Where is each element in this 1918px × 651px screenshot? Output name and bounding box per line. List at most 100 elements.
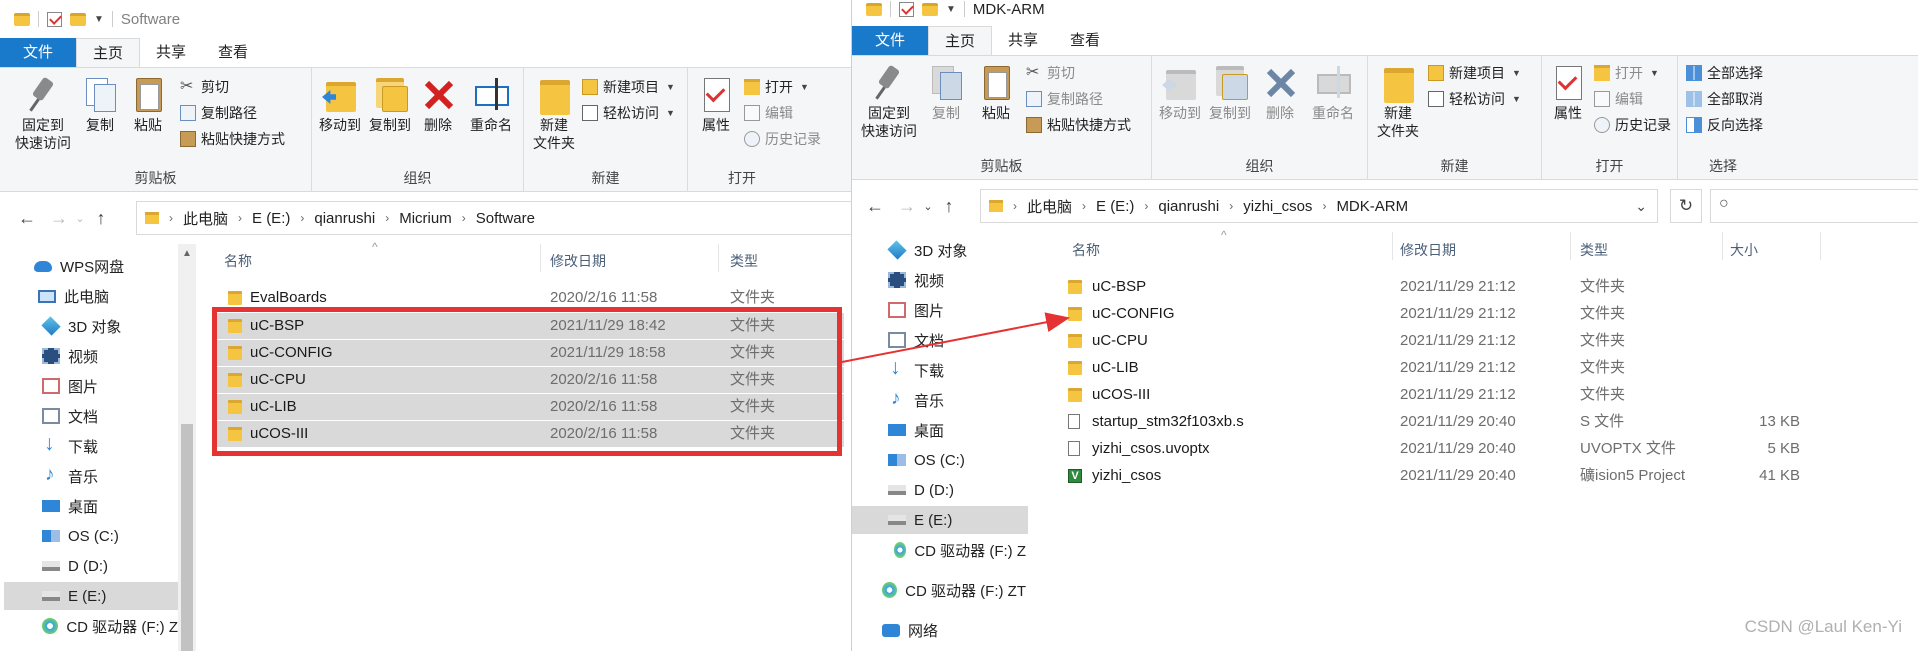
breadcrumb-item[interactable]: E (E:)	[1096, 198, 1134, 215]
breadcrumb-item[interactable]: Micrium	[399, 210, 452, 227]
back-arrow-icon[interactable]: ←	[862, 196, 888, 217]
search-input[interactable]: ○	[1710, 189, 1918, 223]
column-separator[interactable]	[540, 244, 541, 272]
breadcrumb-item[interactable]: E (E:)	[252, 210, 290, 227]
tab-home[interactable]: 主页	[76, 38, 141, 67]
column-separator[interactable]	[1722, 232, 1723, 260]
new-item-button[interactable]: 新建项目 ▼	[582, 76, 675, 98]
delete-button[interactable]: 删除	[418, 74, 458, 134]
forward-arrow-icon[interactable]: →	[46, 208, 72, 229]
nav-item-music[interactable]: 音乐	[888, 386, 1008, 414]
table-row[interactable]: startup_stm32f103xb.s 2021/11/29 20:40 S…	[1060, 409, 1820, 435]
nav-item-os-c[interactable]: OS (C:)	[42, 522, 178, 550]
column-separator[interactable]	[1570, 232, 1571, 260]
column-header-name[interactable]: 名称	[1072, 240, 1100, 260]
breadcrumb-item[interactable]: qianrushi	[1158, 198, 1219, 215]
chevron-down-icon[interactable]: ⌄	[72, 212, 88, 225]
table-row[interactable]: uC-LIB 2021/11/29 21:12 文件夹	[1060, 355, 1820, 381]
select-all-button[interactable]: 全部选择	[1686, 62, 1763, 84]
breadcrumb-item[interactable]: MDK-ARM	[1336, 198, 1408, 215]
paste-shortcut-button[interactable]: 粘贴快捷方式	[180, 128, 285, 150]
table-row[interactable]: uCOS-III 2021/11/29 21:12 文件夹	[1060, 382, 1820, 408]
copy-button[interactable]: 复制	[80, 74, 120, 134]
properties-quick-icon[interactable]	[899, 1, 914, 17]
history-button[interactable]: 历史记录	[1594, 114, 1671, 136]
cut-button[interactable]: 剪切	[180, 76, 229, 98]
nav-item-this-pc[interactable]: 此电脑	[38, 282, 178, 310]
nav-item-pictures[interactable]: 图片	[888, 296, 1008, 324]
easy-access-button[interactable]: 轻松访问 ▼	[1428, 88, 1521, 110]
new-folder-quick-icon[interactable]	[922, 2, 938, 16]
properties-button[interactable]: 属性	[696, 74, 736, 134]
copy-path-button[interactable]: 复制路径	[180, 102, 257, 124]
nav-item-documents[interactable]: 文档	[888, 326, 1008, 354]
rename-button[interactable]: 重命名	[464, 74, 518, 134]
breadcrumb-item[interactable]: 此电脑	[1027, 196, 1072, 217]
up-arrow-icon[interactable]: ↑	[936, 196, 962, 217]
table-row[interactable]: uC-CPU 2021/11/29 21:12 文件夹	[1060, 328, 1820, 354]
nav-item-3d[interactable]: 3D 对象	[41, 312, 178, 340]
nav-item-cd[interactable]: CD 驱动器 (F:) Z	[894, 536, 1026, 564]
easy-access-button[interactable]: 轻松访问 ▼	[582, 102, 675, 124]
tab-view[interactable]: 查看	[202, 38, 264, 67]
scroll-up-icon[interactable]: ▲	[178, 248, 196, 259]
nav-scrollbar[interactable]: ▲	[178, 244, 196, 651]
edit-button[interactable]: 编辑	[1594, 88, 1643, 110]
breadcrumb-item[interactable]: yizhi_csos	[1243, 198, 1312, 215]
chevron-down-icon[interactable]: ▼	[94, 14, 104, 25]
pin-quick-access-button[interactable]: 固定到 快速访问	[858, 62, 920, 140]
breadcrumb-item[interactable]: Software	[476, 210, 535, 227]
edit-button[interactable]: 编辑	[744, 102, 793, 124]
table-row[interactable]: yizhi_csos.uvoptx 2021/11/29 20:40 UVOPT…	[1060, 436, 1820, 462]
copy-path-button[interactable]: 复制路径	[1026, 88, 1103, 110]
invert-selection-button[interactable]: 反向选择	[1686, 114, 1763, 136]
nav-item-downloads[interactable]: 下载	[888, 356, 1008, 384]
column-header-date[interactable]: 修改日期	[550, 251, 606, 271]
nav-item-wps[interactable]: WPS网盘	[34, 252, 174, 280]
breadcrumb-item[interactable]: 此电脑	[183, 208, 228, 229]
copy-to-button[interactable]: 复制到	[366, 74, 414, 134]
nav-item-video[interactable]: 视频	[888, 266, 1008, 294]
nav-item-network[interactable]: 网络	[882, 616, 1026, 644]
rename-button[interactable]: 重命名	[1306, 62, 1360, 122]
up-arrow-icon[interactable]: ↑	[88, 208, 114, 229]
tab-view[interactable]: 查看	[1054, 26, 1116, 55]
forward-arrow-icon[interactable]: →	[894, 196, 920, 217]
properties-button[interactable]: 属性	[1548, 62, 1588, 122]
chevron-down-icon[interactable]: ⌄	[1635, 198, 1647, 215]
move-to-button[interactable]: 移动到	[316, 74, 364, 134]
new-folder-button[interactable]: 新建 文件夹	[530, 74, 578, 152]
tab-home[interactable]: 主页	[928, 26, 993, 55]
nav-item-3d[interactable]: 3D 对象	[887, 236, 1008, 264]
nav-item-documents[interactable]: 文档	[42, 402, 178, 430]
column-separator[interactable]	[1820, 232, 1821, 260]
column-header-type[interactable]: 类型	[1580, 240, 1608, 260]
column-header-name[interactable]: 名称	[224, 251, 252, 271]
refresh-button[interactable]: ↻	[1670, 189, 1702, 223]
table-row[interactable]: uC-CONFIG 2021/11/29 21:12 文件夹	[1060, 301, 1820, 327]
nav-item-cd[interactable]: CD 驱动器 (F:) Z	[42, 612, 178, 640]
nav-item-d[interactable]: D (D:)	[42, 552, 178, 580]
chevron-down-icon[interactable]: ⌄	[920, 200, 936, 213]
column-separator[interactable]	[1392, 232, 1393, 260]
paste-button[interactable]: 粘贴	[128, 74, 168, 134]
cut-button[interactable]: 剪切	[1026, 62, 1075, 84]
column-header-type[interactable]: 类型	[730, 251, 758, 271]
nav-item-downloads[interactable]: 下载	[42, 432, 178, 460]
properties-quick-icon[interactable]	[47, 11, 62, 27]
nav-item-pictures[interactable]: 图片	[42, 372, 178, 400]
nav-item-music[interactable]: 音乐	[42, 462, 178, 490]
copy-to-button[interactable]: 复制到	[1206, 62, 1254, 122]
new-item-button[interactable]: 新建项目 ▼	[1428, 62, 1521, 84]
select-none-button[interactable]: 全部取消	[1686, 88, 1763, 110]
new-folder-quick-icon[interactable]	[70, 12, 86, 26]
tab-file[interactable]: 文件	[852, 26, 928, 55]
open-button[interactable]: 打开 ▼	[1594, 62, 1659, 84]
new-folder-button[interactable]: 新建 文件夹	[1374, 62, 1422, 140]
column-header-size[interactable]: 大小	[1730, 240, 1758, 260]
tab-share[interactable]: 共享	[992, 26, 1054, 55]
nav-item-e[interactable]: E (E:)	[852, 506, 1028, 534]
address-bar[interactable]: › 此电脑 › E (E:) › qianrushi › Micrium › S…	[136, 201, 852, 235]
chevron-down-icon[interactable]: ▼	[946, 4, 956, 15]
nav-item-d[interactable]: D (D:)	[888, 476, 1008, 504]
